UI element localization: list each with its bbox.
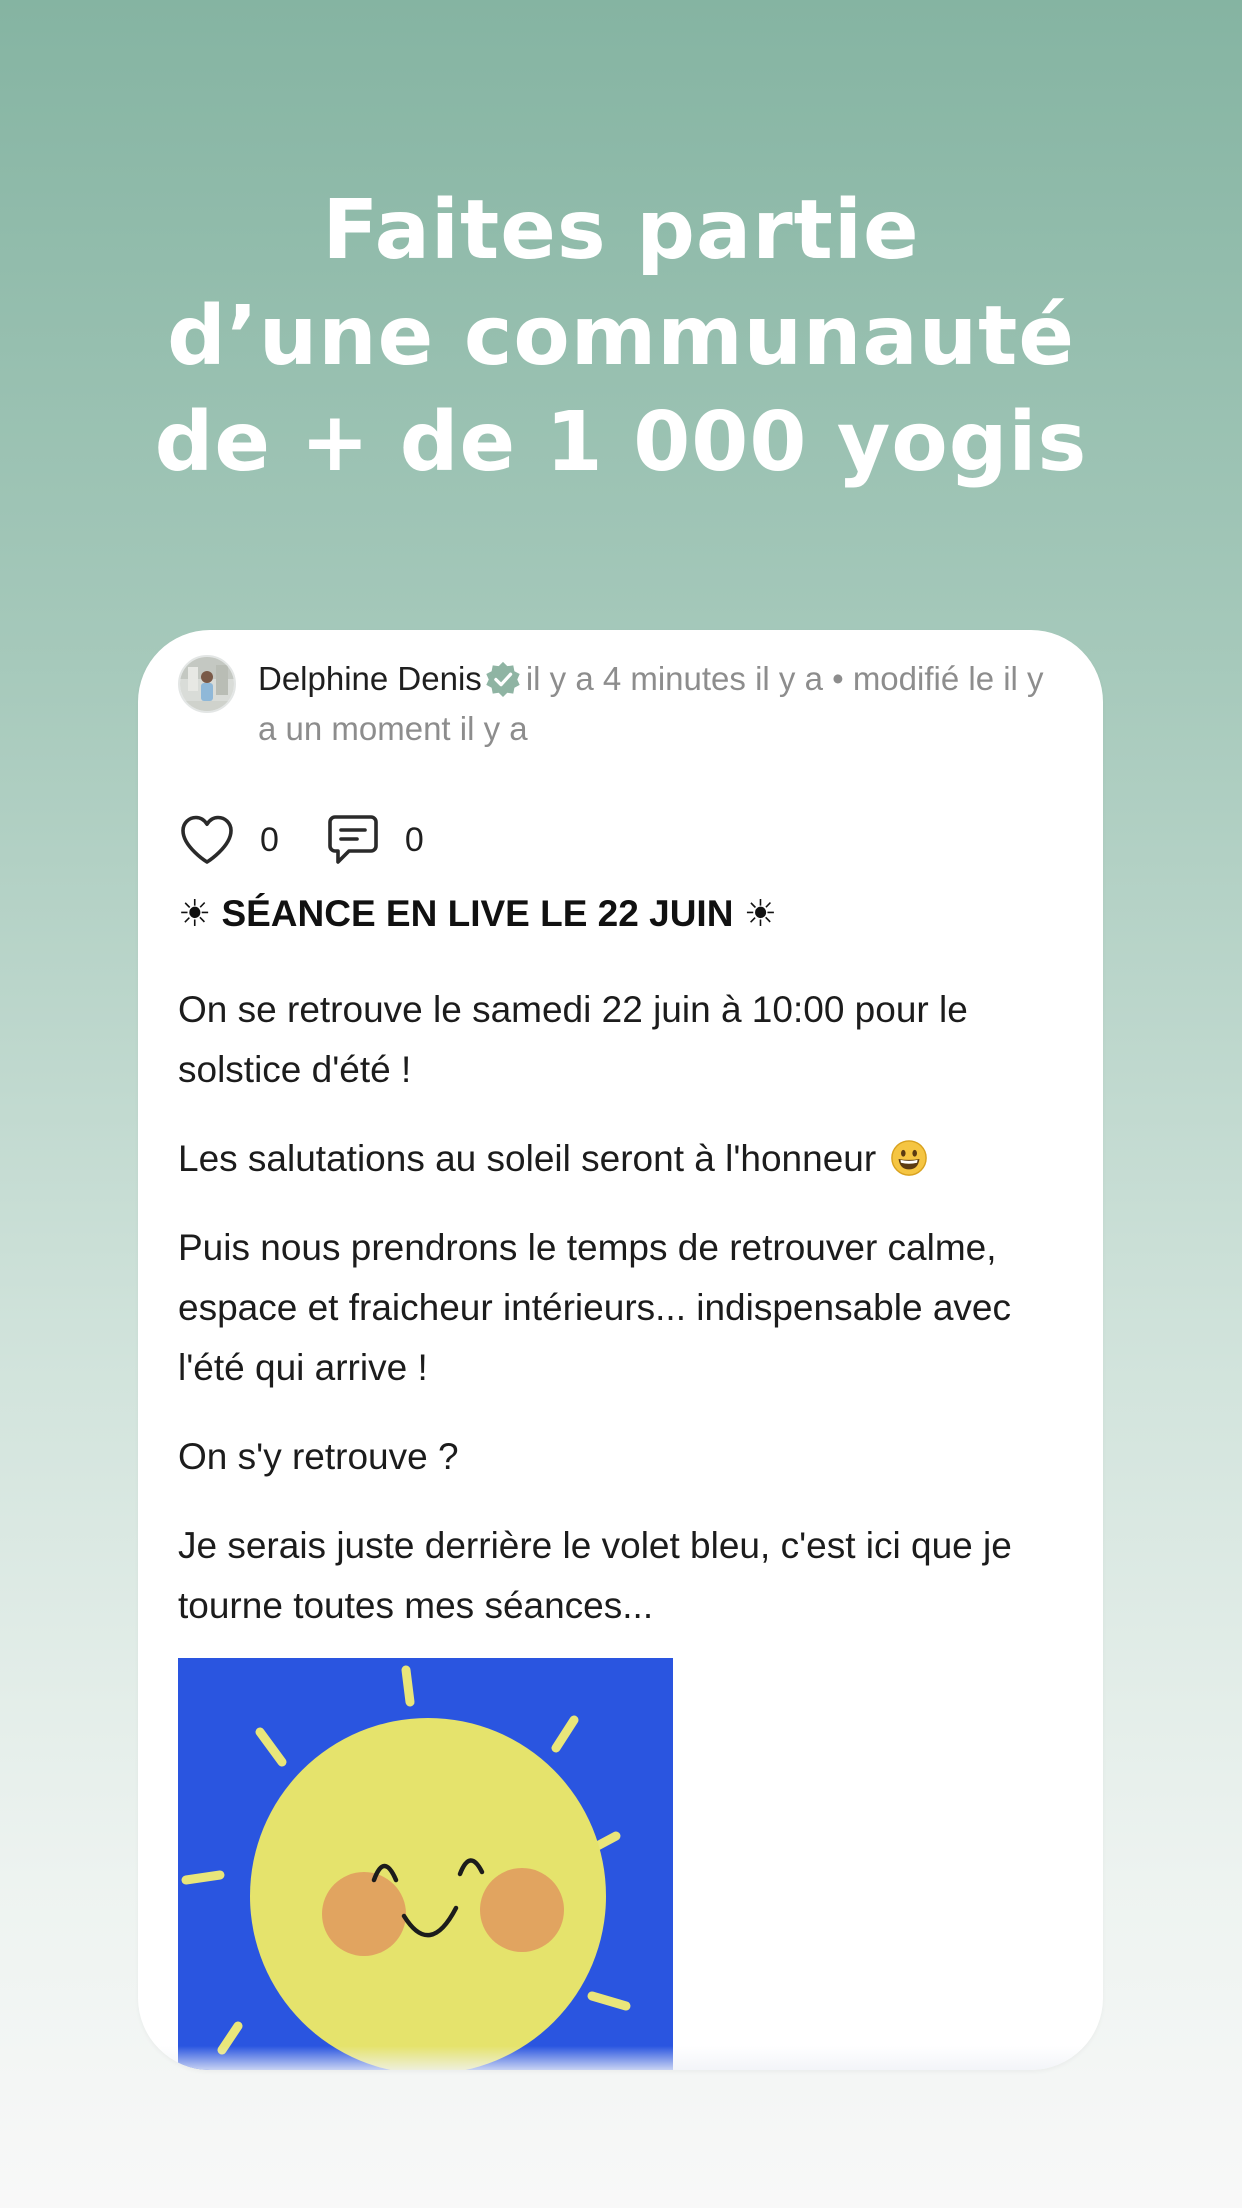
author-avatar[interactable]: [178, 655, 236, 713]
comment-count: 0: [404, 820, 424, 859]
hero-title-line-3: de + de 1 000 yogis: [154, 395, 1088, 490]
post-card: Delphine Denis il y a 4 minutes il y a •…: [138, 630, 1103, 2070]
hero-title-line-1: Faites partie: [322, 183, 920, 278]
post-paragraph-2: Les salutations au soleil seront à l'hon…: [178, 1129, 1078, 1189]
author-name[interactable]: Delphine Denis: [258, 660, 482, 697]
smiling-sun-illustration: [178, 1658, 673, 2070]
post-paragraph-4: On s'y retrouve ?: [178, 1436, 459, 1477]
hero-title-line-2: d’une communauté: [167, 289, 1075, 384]
post-meta: Delphine Denis il y a 4 minutes il y a •…: [258, 654, 1058, 754]
post-paragraph-5: Je serais juste derrière le volet bleu, …: [178, 1525, 1012, 1626]
post-title: ☀ SÉANCE EN LIVE LE 22 JUIN ☀: [178, 893, 777, 934]
card-bottom-fade: [138, 2046, 1103, 2070]
post-body: On se retrouve le samedi 22 juin à 10:00…: [178, 980, 1078, 1665]
like-count: 0: [260, 820, 279, 859]
avatar-photo: [180, 657, 234, 711]
heart-icon: [181, 815, 233, 864]
post-image[interactable]: [178, 1658, 673, 2070]
post-actions: 0 0: [178, 810, 424, 870]
comment-button[interactable]: 0: [325, 812, 424, 868]
verified-badge-icon: [486, 661, 520, 698]
hero-title: Faites partie d’une communauté de + de 1…: [0, 178, 1242, 496]
like-button[interactable]: 0: [178, 813, 279, 867]
comment-icon: [328, 815, 378, 864]
post-paragraph-3: Puis nous prendrons le temps de retrouve…: [178, 1227, 1011, 1388]
grinning-face-emoji-icon: [891, 1140, 928, 1176]
post-paragraph-2-text: Les salutations au soleil seront à l'hon…: [178, 1138, 877, 1179]
post-paragraph-1: On se retrouve le samedi 22 juin à 10:00…: [178, 989, 968, 1090]
